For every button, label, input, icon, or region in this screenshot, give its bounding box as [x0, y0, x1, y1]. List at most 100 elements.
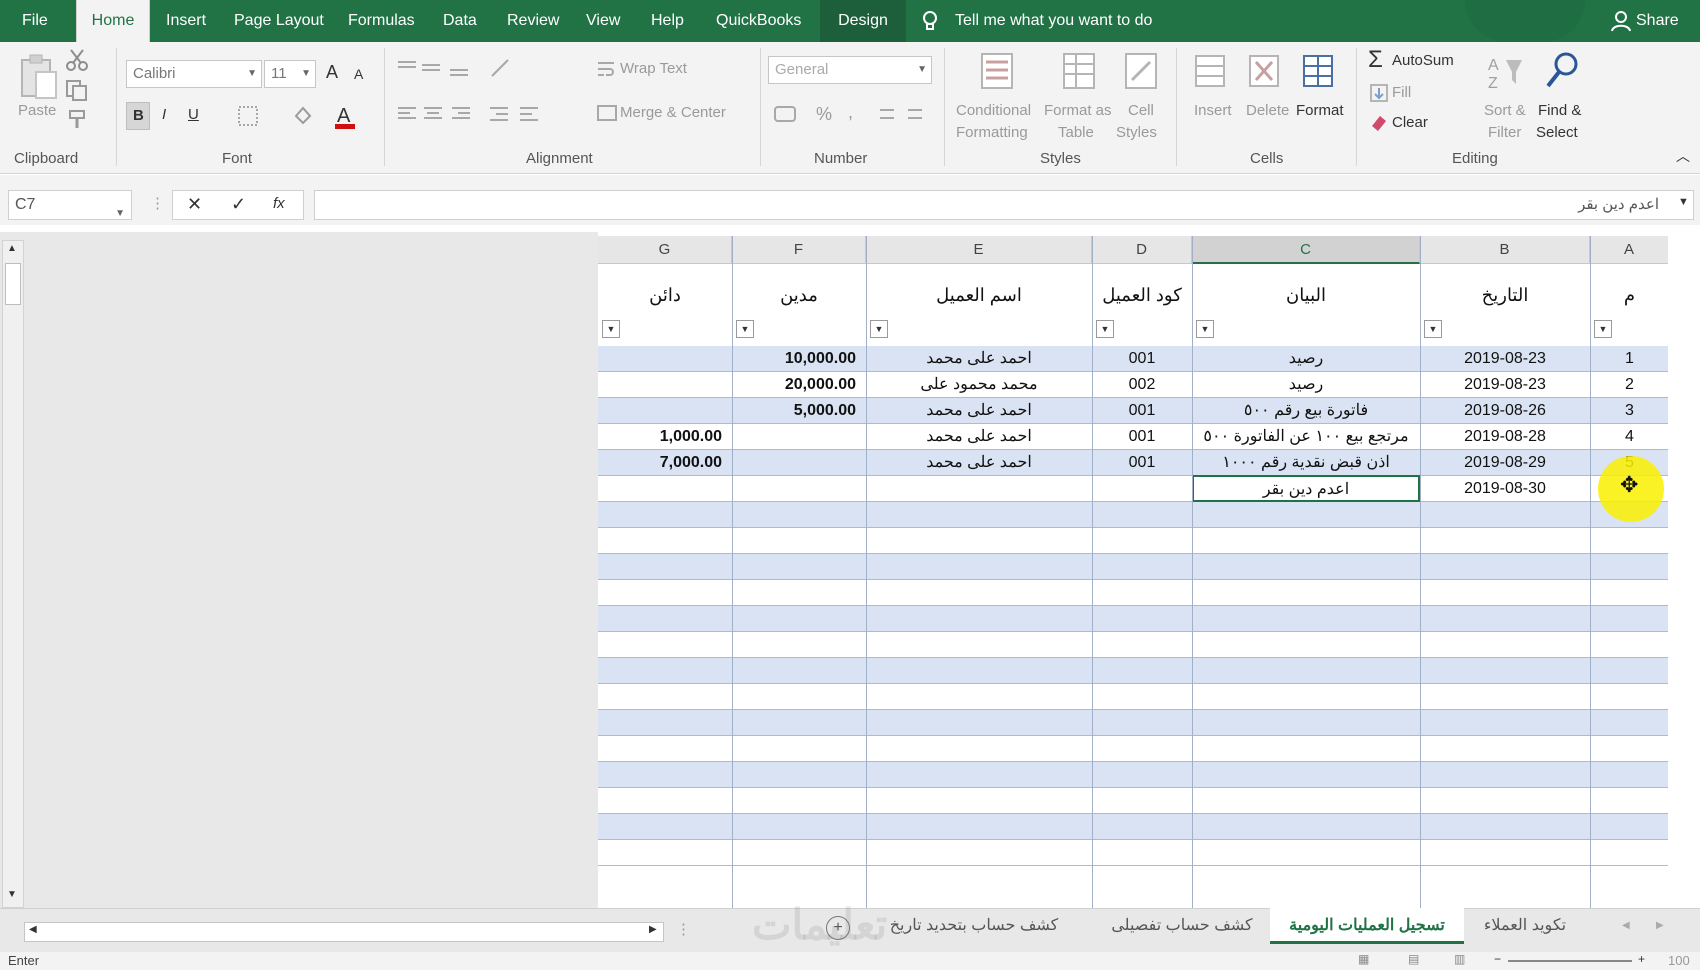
cell-a[interactable] — [1590, 736, 1668, 761]
cell-c[interactable]: مرتجع بيع ١٠٠ عن الفاتورة ٥٠٠ — [1192, 424, 1420, 449]
cell-e[interactable] — [866, 840, 1092, 865]
cell-f[interactable] — [732, 762, 866, 787]
grow-font-button[interactable]: A — [326, 62, 338, 83]
zoom-out-icon[interactable]: − — [1494, 952, 1501, 966]
sheet-tab-statement-by-date[interactable]: كشف حساب بتحديد تاريخ — [864, 908, 1084, 944]
filter-dropdown-icon[interactable]: ▼ — [1594, 320, 1612, 338]
cell-c[interactable] — [1192, 580, 1420, 605]
cell-b[interactable] — [1420, 684, 1590, 709]
font-name-select[interactable]: Calibri ▼ — [126, 60, 262, 88]
cell-e[interactable]: احمد على محمد — [866, 346, 1092, 371]
formula-input[interactable]: اعدم دين بقر — [314, 190, 1694, 220]
tab-formulas[interactable]: Formulas — [348, 0, 415, 42]
cell-e[interactable]: احمد على محمد — [866, 424, 1092, 449]
cell-f[interactable] — [732, 528, 866, 553]
cell-f[interactable] — [732, 710, 866, 735]
cell-c[interactable] — [1192, 788, 1420, 813]
cell-e[interactable] — [866, 502, 1092, 527]
filter-dropdown-icon[interactable]: ▼ — [602, 320, 620, 338]
cell-a[interactable] — [1590, 684, 1668, 709]
cell-c[interactable]: فاتورة بيع رقم ٥٠٠ — [1192, 398, 1420, 423]
bold-button[interactable]: B — [126, 102, 150, 130]
percent-style-button[interactable]: % — [816, 104, 832, 125]
cell-g[interactable] — [598, 372, 732, 397]
cell-a[interactable] — [1590, 632, 1668, 657]
expand-formula-icon[interactable]: ▼ — [1678, 196, 1689, 208]
cell-a[interactable]: 3 — [1590, 398, 1668, 423]
cell-b[interactable] — [1420, 528, 1590, 553]
cell-d[interactable] — [1092, 658, 1192, 683]
cell-f[interactable]: 20,000.00 — [732, 372, 866, 397]
format-painter-icon[interactable] — [64, 108, 90, 132]
font-size-select[interactable]: 11 ▼ — [264, 60, 316, 88]
scroll-left-icon[interactable]: ◀ — [29, 924, 37, 935]
cell-b[interactable]: 2019-08-28 — [1420, 424, 1590, 449]
tab-page-layout[interactable]: Page Layout — [234, 0, 324, 42]
cell-g[interactable] — [598, 476, 732, 501]
insert-cells-button[interactable]: Insert — [1194, 102, 1232, 119]
find-select-label-1[interactable]: Find & — [1538, 102, 1581, 119]
tab-home[interactable]: Home — [76, 0, 150, 42]
cell-b[interactable]: 2019-08-26 — [1420, 398, 1590, 423]
cell-a[interactable] — [1590, 658, 1668, 683]
format-as-table-label-2[interactable]: Table — [1058, 124, 1094, 141]
column-header-d[interactable]: D — [1092, 236, 1192, 264]
cell-e[interactable] — [866, 710, 1092, 735]
cell-e[interactable] — [866, 814, 1092, 839]
cell-d[interactable]: 001 — [1092, 346, 1192, 371]
cell-f[interactable] — [732, 814, 866, 839]
sheet-tab-daily-operations[interactable]: تسجيل العمليات اليومية — [1270, 908, 1464, 944]
filter-dropdown-icon[interactable]: ▼ — [870, 320, 888, 338]
cell-g[interactable] — [598, 684, 732, 709]
cell-g[interactable] — [598, 658, 732, 683]
merge-center-button[interactable]: Merge & Center — [620, 104, 726, 121]
autosum-button[interactable]: AutoSum — [1392, 52, 1454, 69]
cell-f[interactable]: 5,000.00 — [732, 398, 866, 423]
cell-b[interactable] — [1420, 762, 1590, 787]
cell-f[interactable] — [732, 840, 866, 865]
cell-a[interactable] — [1590, 814, 1668, 839]
spreadsheet-grid[interactable]: G F E D C B A دائن مدين اسم العميل كود ا… — [598, 236, 1668, 908]
cell-g[interactable] — [598, 580, 732, 605]
cell-d[interactable] — [1092, 476, 1192, 501]
normal-view-icon[interactable]: ▦ — [1358, 952, 1369, 966]
header-cell-customer-name[interactable]: اسم العميل — [866, 264, 1092, 346]
cell-f[interactable] — [732, 606, 866, 631]
cell-b[interactable] — [1420, 710, 1590, 735]
cell-e[interactable] — [866, 528, 1092, 553]
filter-dropdown-icon[interactable]: ▼ — [1096, 320, 1114, 338]
cell-d[interactable] — [1092, 684, 1192, 709]
conditional-formatting-label-1[interactable]: Conditional — [956, 102, 1031, 119]
cell-b[interactable] — [1420, 580, 1590, 605]
fill-color-icon[interactable] — [290, 104, 316, 128]
cell-c[interactable] — [1192, 502, 1420, 527]
fill-button[interactable]: Fill — [1392, 84, 1411, 101]
cell-e[interactable]: احمد على محمد — [866, 450, 1092, 475]
cell-e[interactable]: احمد على محمد — [866, 398, 1092, 423]
cell-c[interactable] — [1192, 658, 1420, 683]
sheet-tab-detailed-statement[interactable]: كشف حساب تفصيلى — [1100, 908, 1264, 944]
underline-button[interactable]: U — [188, 106, 199, 123]
cell-b[interactable]: 2019-08-30 — [1420, 476, 1590, 501]
tab-nav-right-icon[interactable]: ▶ — [1656, 920, 1664, 931]
cell-c[interactable] — [1192, 554, 1420, 579]
cell-styles-label-1[interactable]: Cell — [1128, 102, 1154, 119]
horizontal-align-icons[interactable] — [394, 102, 478, 126]
cell-a[interactable] — [1590, 554, 1668, 579]
cell-b[interactable] — [1420, 840, 1590, 865]
cell-f[interactable] — [732, 684, 866, 709]
cell-b[interactable] — [1420, 554, 1590, 579]
zoom-in-icon[interactable]: + — [1638, 952, 1645, 966]
currency-icon[interactable] — [772, 102, 802, 126]
cell-f[interactable] — [732, 580, 866, 605]
cell-d[interactable] — [1092, 762, 1192, 787]
cell-g[interactable] — [598, 788, 732, 813]
cell-e[interactable] — [866, 736, 1092, 761]
cell-c[interactable] — [1192, 840, 1420, 865]
cell-c[interactable] — [1192, 710, 1420, 735]
cell-e[interactable] — [866, 632, 1092, 657]
tab-quickbooks[interactable]: QuickBooks — [716, 0, 801, 42]
column-header-e[interactable]: E — [866, 236, 1092, 264]
header-cell-date[interactable]: التاريخ — [1420, 264, 1590, 346]
number-format-select[interactable]: General ▼ — [768, 56, 932, 84]
